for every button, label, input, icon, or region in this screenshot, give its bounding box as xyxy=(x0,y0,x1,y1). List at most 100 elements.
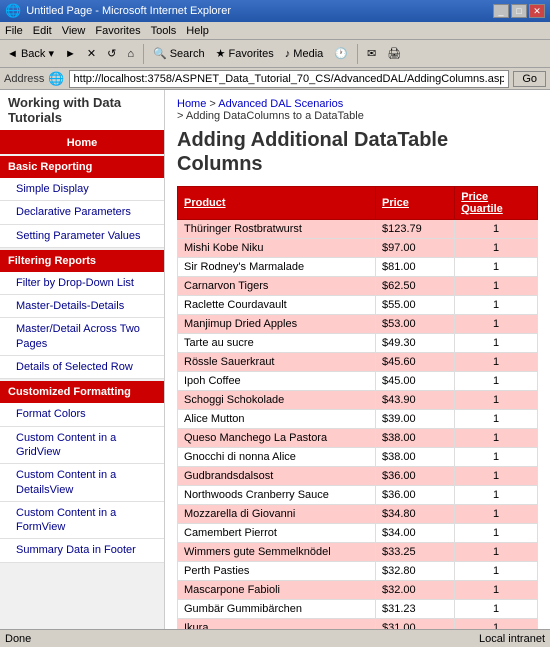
menu-bar: File Edit View Favorites Tools Help xyxy=(0,22,550,40)
address-input[interactable] xyxy=(69,70,510,88)
cell-product: Gumbär Gummibärchen xyxy=(178,600,376,619)
close-button[interactable]: ✕ xyxy=(529,4,545,18)
favorites-button[interactable]: ★ Favorites xyxy=(212,45,278,62)
col-header-price[interactable]: Price xyxy=(376,187,455,220)
cell-product: Camembert Pierrot xyxy=(178,524,376,543)
breadcrumb-current: Adding DataColumns to a DataTable xyxy=(186,110,364,122)
sidebar-item-declarative-parameters[interactable]: Declarative Parameters xyxy=(0,201,164,224)
ie-icon: 🌐 xyxy=(5,3,21,19)
table-row: Manjimup Dried Apples $53.00 1 xyxy=(178,315,538,334)
table-row: Perth Pasties $32.80 1 xyxy=(178,562,538,581)
address-bar: Address 🌐 Go xyxy=(0,68,550,90)
cell-price: $36.00 xyxy=(376,467,455,486)
search-button[interactable]: 🔍 Search xyxy=(149,45,209,62)
cell-quartile: 1 xyxy=(455,600,538,619)
window-title: Untitled Page - Microsoft Internet Explo… xyxy=(26,5,231,17)
sidebar-item-details-selected-row[interactable]: Details of Selected Row xyxy=(0,356,164,379)
back-button[interactable]: ◄ Back ▾ xyxy=(3,45,58,62)
sidebar-home[interactable]: Home xyxy=(0,132,164,154)
table-row: Alice Mutton $39.00 1 xyxy=(178,410,538,429)
table-row: Mascarpone Fabioli $32.00 1 xyxy=(178,581,538,600)
cell-quartile: 1 xyxy=(455,334,538,353)
cell-product: Mascarpone Fabioli xyxy=(178,581,376,600)
table-row: Tarte au sucre $49.30 1 xyxy=(178,334,538,353)
table-row: Gumbär Gummibärchen $31.23 1 xyxy=(178,600,538,619)
separator-2 xyxy=(357,44,358,64)
cell-price: $53.00 xyxy=(376,315,455,334)
cell-product: Mozzarella di Giovanni xyxy=(178,505,376,524)
cell-price: $31.23 xyxy=(376,600,455,619)
stop-button[interactable]: ✕ xyxy=(83,45,100,62)
table-row: Northwoods Cranberry Sauce $36.00 1 xyxy=(178,486,538,505)
media-button[interactable]: ♪ Media xyxy=(281,46,328,62)
cell-product: Northwoods Cranberry Sauce xyxy=(178,486,376,505)
sidebar-item-filter-dropdown[interactable]: Filter by Drop-Down List xyxy=(0,272,164,295)
table-row: Camembert Pierrot $34.00 1 xyxy=(178,524,538,543)
sidebar-section-customized-formatting[interactable]: Customized Formatting xyxy=(0,381,164,403)
menu-view[interactable]: View xyxy=(62,25,86,37)
content-area: Home > Advanced DAL Scenarios > Adding D… xyxy=(165,90,550,629)
cell-price: $32.00 xyxy=(376,581,455,600)
sidebar-section-basic-reporting[interactable]: Basic Reporting xyxy=(0,156,164,178)
forward-button[interactable]: ► xyxy=(61,46,80,62)
cell-product: Schoggi Schokolade xyxy=(178,391,376,410)
address-label: Address xyxy=(4,73,44,85)
cell-quartile: 1 xyxy=(455,296,538,315)
breadcrumb-home[interactable]: Home xyxy=(177,98,206,110)
table-row: Schoggi Schokolade $43.90 1 xyxy=(178,391,538,410)
sidebar-item-format-colors[interactable]: Format Colors xyxy=(0,403,164,426)
status-bar: Done Local intranet xyxy=(0,629,550,647)
cell-quartile: 1 xyxy=(455,429,538,448)
sidebar-item-master-detail-across[interactable]: Master/Detail Across Two Pages xyxy=(0,318,164,356)
cell-product: Ikura xyxy=(178,619,376,630)
history-button[interactable]: 🕐 xyxy=(330,45,352,62)
cell-price: $34.80 xyxy=(376,505,455,524)
sidebar-item-custom-content-detailsview[interactable]: Custom Content in a DetailsView xyxy=(0,464,164,502)
col-header-quartile[interactable]: Price Quartile xyxy=(455,187,538,220)
cell-price: $81.00 xyxy=(376,258,455,277)
cell-quartile: 1 xyxy=(455,467,538,486)
sidebar-item-custom-content-gridview[interactable]: Custom Content in a GridView xyxy=(0,427,164,465)
menu-favorites[interactable]: Favorites xyxy=(95,25,140,37)
cell-price: $62.50 xyxy=(376,277,455,296)
cell-quartile: 1 xyxy=(455,619,538,630)
cell-price: $123.79 xyxy=(376,220,455,239)
maximize-button[interactable]: □ xyxy=(511,4,527,18)
menu-file[interactable]: File xyxy=(5,25,23,37)
table-row: Sir Rodney's Marmalade $81.00 1 xyxy=(178,258,538,277)
title-bar-left: 🌐 Untitled Page - Microsoft Internet Exp… xyxy=(5,3,231,19)
cell-product: Gnocchi di nonna Alice xyxy=(178,448,376,467)
zone-text: Local intranet xyxy=(479,633,545,645)
sidebar-item-simple-display[interactable]: Simple Display xyxy=(0,178,164,201)
cell-price: $45.60 xyxy=(376,353,455,372)
menu-tools[interactable]: Tools xyxy=(151,25,177,37)
sidebar-section-filtering-reports[interactable]: Filtering Reports xyxy=(0,250,164,272)
minimize-button[interactable]: _ xyxy=(493,4,509,18)
title-bar-controls: _ □ ✕ xyxy=(493,4,545,18)
table-row: Mishi Kobe Niku $97.00 1 xyxy=(178,239,538,258)
table-row: Thüringer Rostbratwurst $123.79 1 xyxy=(178,220,538,239)
cell-product: Carnarvon Tigers xyxy=(178,277,376,296)
cell-price: $32.80 xyxy=(376,562,455,581)
sidebar-item-master-details[interactable]: Master-Details-Details xyxy=(0,295,164,318)
print-button[interactable]: 🖨 xyxy=(383,45,405,62)
mail-button[interactable]: ✉ xyxy=(363,45,380,62)
col-header-product[interactable]: Product xyxy=(178,187,376,220)
refresh-button[interactable]: ↺ xyxy=(103,45,120,62)
sidebar-site-title: Working with Data Tutorials xyxy=(0,90,164,132)
table-row: Raclette Courdavault $55.00 1 xyxy=(178,296,538,315)
menu-help[interactable]: Help xyxy=(186,25,209,37)
sidebar-item-custom-content-formview[interactable]: Custom Content in a FormView xyxy=(0,502,164,540)
cell-product: Gudbrandsdalsost xyxy=(178,467,376,486)
go-button[interactable]: Go xyxy=(513,71,546,87)
cell-quartile: 1 xyxy=(455,353,538,372)
cell-quartile: 1 xyxy=(455,486,538,505)
menu-edit[interactable]: Edit xyxy=(33,25,52,37)
breadcrumb-section[interactable]: Advanced DAL Scenarios xyxy=(218,98,343,110)
sidebar-item-setting-parameter-values[interactable]: Setting Parameter Values xyxy=(0,225,164,248)
table-row: Ipoh Coffee $45.00 1 xyxy=(178,372,538,391)
breadcrumb: Home > Advanced DAL Scenarios > Adding D… xyxy=(177,98,538,122)
cell-product: Wimmers gute Semmelknödel xyxy=(178,543,376,562)
home-button[interactable]: ⌂ xyxy=(123,46,138,62)
sidebar-item-summary-data-footer[interactable]: Summary Data in Footer xyxy=(0,539,164,562)
